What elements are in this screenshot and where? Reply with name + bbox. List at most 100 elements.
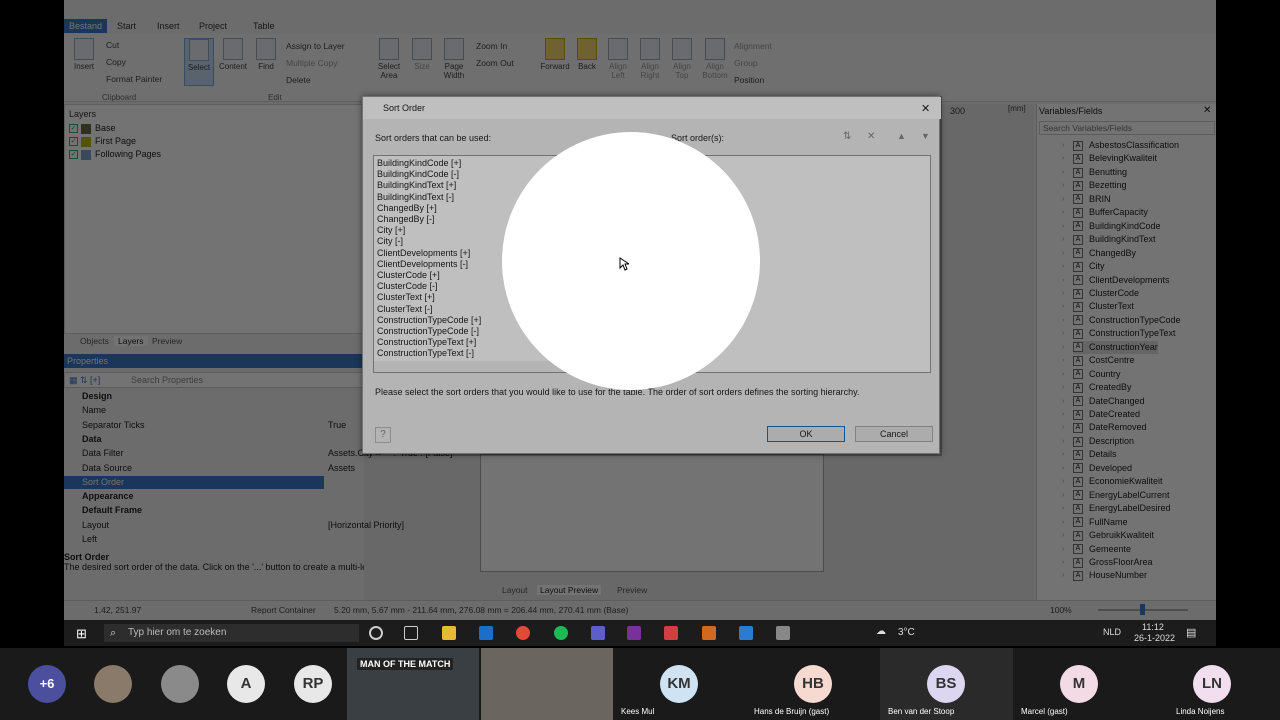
- expand-icon[interactable]: ›: [1062, 381, 1064, 394]
- expand-icon[interactable]: ›: [1062, 166, 1064, 179]
- expand-icon[interactable]: ›: [1062, 314, 1064, 327]
- expand-icon[interactable]: ›: [1062, 462, 1064, 475]
- windows-start-icon[interactable]: ⊞: [76, 626, 87, 642]
- variable-item[interactable]: › A DateChanged: [1062, 395, 1145, 408]
- expand-icon[interactable]: ›: [1062, 502, 1064, 515]
- expand-icon[interactable]: ›: [1062, 529, 1064, 542]
- variable-item[interactable]: › A EnergyLabelCurrent: [1062, 489, 1170, 502]
- property-value[interactable]: Assets: [328, 462, 355, 475]
- expand-icon[interactable]: ›: [1062, 569, 1064, 582]
- variable-item[interactable]: › A Details: [1062, 448, 1117, 461]
- variable-item[interactable]: › A BufferCapacity: [1062, 206, 1148, 219]
- sort-icon[interactable]: ⇅: [843, 131, 851, 142]
- chrome-icon[interactable]: [516, 626, 530, 640]
- variable-item[interactable]: › A GrossFloorArea: [1062, 556, 1153, 569]
- tab-insert[interactable]: Insert: [152, 19, 185, 33]
- property-row[interactable]: Sort Order: [64, 475, 324, 489]
- variables-search-input[interactable]: Search Variables/Fields: [1039, 121, 1215, 135]
- variable-item[interactable]: › A City: [1062, 260, 1105, 273]
- sort-option[interactable]: ChangedBy [-]: [377, 214, 435, 225]
- variable-item[interactable]: › A BRIN: [1062, 193, 1111, 206]
- report-page[interactable]: [480, 454, 824, 572]
- sort-option[interactable]: ClusterText [-]: [377, 304, 433, 315]
- property-category[interactable]: Default Frame: [64, 504, 364, 517]
- expand-icon[interactable]: ›: [1062, 421, 1064, 434]
- expand-icon[interactable]: ›: [1062, 139, 1064, 152]
- move-up-icon[interactable]: ▲: [897, 131, 906, 141]
- tab-layout-preview[interactable]: Layout Preview: [537, 585, 602, 595]
- close-icon[interactable]: ✕: [1203, 105, 1211, 116]
- size-button[interactable]: Size: [410, 38, 434, 71]
- variable-item[interactable]: › A Description: [1062, 435, 1134, 448]
- expand-icon[interactable]: ›: [1062, 260, 1064, 273]
- expand-icon[interactable]: ›: [1062, 395, 1064, 408]
- tab-preview[interactable]: Preview: [148, 336, 186, 346]
- variable-item[interactable]: › A EconomieKwaliteit: [1062, 475, 1163, 488]
- sort-option[interactable]: ConstructionTypeText [-]: [377, 348, 474, 359]
- variable-item[interactable]: › A Developed: [1062, 462, 1132, 475]
- move-down-icon[interactable]: ▼: [921, 131, 930, 141]
- notification-icon[interactable]: ▤: [1186, 626, 1196, 639]
- expand-icon[interactable]: ›: [1062, 556, 1064, 569]
- sort-option[interactable]: City [-]: [377, 236, 403, 247]
- checkbox[interactable]: ✓: [69, 150, 78, 160]
- outlook-icon[interactable]: [479, 626, 493, 640]
- variable-item[interactable]: › A Country: [1062, 368, 1121, 381]
- expand-icon[interactable]: ›: [1062, 475, 1064, 488]
- multiple-copy-button[interactable]: Multiple Copy: [286, 58, 338, 68]
- position-button[interactable]: Position: [734, 75, 764, 85]
- alignment-button[interactable]: Alignment: [734, 41, 772, 51]
- input-language[interactable]: NLD: [1103, 627, 1121, 637]
- tab-objects[interactable]: Objects: [76, 336, 113, 346]
- tab-project[interactable]: Project: [194, 19, 232, 33]
- variable-item[interactable]: › A Gemeente: [1062, 543, 1131, 556]
- sort-option[interactable]: ClientDevelopments [+]: [377, 248, 470, 259]
- property-category[interactable]: Data: [64, 433, 364, 446]
- sort-option[interactable]: ChangedBy [+]: [377, 203, 437, 214]
- sort-option[interactable]: ClientDevelopments [-]: [377, 259, 468, 270]
- tab-start[interactable]: Start: [112, 19, 141, 33]
- variable-item[interactable]: › A BuildingKindCode: [1062, 220, 1161, 233]
- clock-date[interactable]: 26-1-2022: [1134, 633, 1175, 643]
- spotify-icon[interactable]: [554, 626, 568, 640]
- cortana-icon[interactable]: [369, 626, 383, 640]
- expand-icon[interactable]: ›: [1062, 489, 1064, 502]
- variable-item[interactable]: › A Benutting: [1062, 166, 1127, 179]
- variable-item[interactable]: › A CreatedBy: [1062, 381, 1132, 394]
- onenote-icon[interactable]: [627, 626, 641, 640]
- align-top-button[interactable]: Align Top: [668, 38, 696, 80]
- variable-item[interactable]: › A Bezetting: [1062, 179, 1127, 192]
- sort-option[interactable]: BuildingKindText [+]: [377, 180, 456, 191]
- tab-canvas-preview[interactable]: Preview: [617, 585, 647, 595]
- close-icon[interactable]: ✕: [921, 102, 930, 115]
- app-icon[interactable]: [776, 626, 790, 640]
- checkbox[interactable]: ✓: [69, 124, 78, 134]
- tab-layout[interactable]: Layout: [502, 585, 528, 595]
- variable-item[interactable]: › A FullName: [1062, 516, 1128, 529]
- variable-item[interactable]: › A BuildingKindText: [1062, 233, 1156, 246]
- expand-icon[interactable]: ›: [1062, 300, 1064, 313]
- sort-option[interactable]: City [+]: [377, 225, 405, 236]
- teams-icon[interactable]: [591, 626, 605, 640]
- expand-icon[interactable]: ›: [1062, 516, 1064, 529]
- expand-icon[interactable]: ›: [1062, 179, 1064, 192]
- property-row[interactable]: Name: [64, 404, 364, 417]
- variable-item[interactable]: › A GebruikKwaliteit: [1062, 529, 1154, 542]
- taskbar-search-input[interactable]: ⌕ Typ hier om te zoeken: [104, 624, 359, 642]
- expand-icon[interactable]: ›: [1062, 220, 1064, 233]
- variable-item[interactable]: › A HouseNumber: [1062, 569, 1147, 582]
- variable-item[interactable]: › A ClusterText: [1062, 300, 1134, 313]
- sort-option[interactable]: ConstructionTypeCode [+]: [377, 315, 481, 326]
- expand-icon[interactable]: ›: [1062, 543, 1064, 556]
- property-row[interactable]: Layout [Horizontal Priority]: [64, 519, 404, 532]
- zoom-in-button[interactable]: Zoom In: [476, 41, 507, 51]
- expand-icon[interactable]: ›: [1062, 448, 1064, 461]
- variable-item[interactable]: › A BelevingKwaliteit: [1062, 152, 1157, 165]
- task-view-icon[interactable]: [404, 626, 418, 640]
- app-icon[interactable]: [702, 626, 716, 640]
- insert-button[interactable]: Insert: [68, 38, 100, 71]
- property-category[interactable]: Appearance: [64, 490, 364, 503]
- property-row[interactable]: Data Source Assets: [64, 462, 364, 475]
- variable-item[interactable]: › A CostCentre: [1062, 354, 1135, 367]
- tab-bestand[interactable]: Bestand: [64, 19, 108, 33]
